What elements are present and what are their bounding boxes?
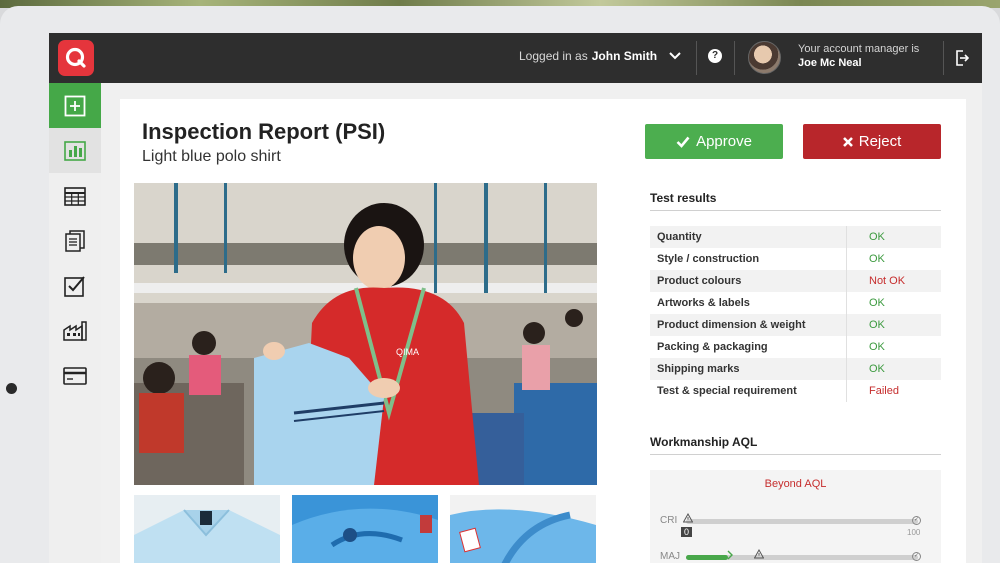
warning-icon xyxy=(683,513,693,523)
sidebar-item-factories[interactable] xyxy=(49,308,101,353)
test-result-value: OK xyxy=(846,358,941,380)
approve-label: Approve xyxy=(696,133,752,150)
divider xyxy=(696,41,697,75)
test-result-label: Artworks & labels xyxy=(657,297,750,309)
sidebar-item-reports[interactable] xyxy=(49,218,101,263)
test-result-row: Style / construction OK xyxy=(650,248,941,270)
test-result-label: Product colours xyxy=(657,275,742,287)
cri-max: 100 xyxy=(907,528,921,537)
maj-label: MAJ xyxy=(660,551,680,562)
page-title: Inspection Report (PSI) xyxy=(142,119,386,144)
user-name: John Smith xyxy=(591,49,658,63)
test-result-row: Product colours Not OK xyxy=(650,270,941,292)
marker-icon xyxy=(727,550,733,560)
aql-status: Beyond AQL xyxy=(764,478,827,490)
test-result-row: Quantity OK xyxy=(650,226,941,248)
account-manager-info: Your account manager is Joe Mc Neal xyxy=(798,42,919,70)
sidebar-item-calendar[interactable] xyxy=(49,173,101,218)
test-result-value: Failed xyxy=(846,380,941,402)
maj-fill xyxy=(686,555,728,560)
plus-square-icon xyxy=(64,95,86,116)
test-result-label: Packing & packaging xyxy=(657,341,768,353)
app-screen: Logged in as John Smith ? Your account m… xyxy=(49,33,982,563)
maj-track xyxy=(686,555,918,560)
test-results-table: Quantity OK Style / construction OK Product … xyxy=(650,226,941,402)
documents-icon xyxy=(65,229,85,252)
test-result-row: Test & special requirement Failed xyxy=(650,380,941,402)
factory-inspection-image: QIMA xyxy=(134,183,597,485)
reject-button[interactable]: Reject xyxy=(803,124,941,159)
account-manager-name: Joe Mc Neal xyxy=(798,57,862,69)
test-result-value: OK xyxy=(846,292,941,314)
divider xyxy=(650,454,941,455)
help-icon[interactable]: ? xyxy=(708,49,722,63)
test-result-label: Test & special requirement xyxy=(657,385,797,397)
user-menu[interactable]: Logged in as John Smith xyxy=(519,49,681,63)
test-result-value: OK xyxy=(846,314,941,336)
test-result-row: Artworks & labels OK xyxy=(650,292,941,314)
reject-label: Reject xyxy=(858,133,902,150)
product-name: Light blue polo shirt xyxy=(142,148,281,165)
cri-count: 0 xyxy=(681,527,693,537)
polo-collar-image xyxy=(134,495,280,563)
test-result-value: Not OK xyxy=(846,270,941,292)
app-logo[interactable] xyxy=(58,40,94,76)
inspection-photo-thumb[interactable] xyxy=(450,495,596,563)
test-result-label: Product dimension & weight xyxy=(657,319,806,331)
checkbox-icon xyxy=(64,275,85,297)
divider xyxy=(650,210,941,211)
inspection-photo-main[interactable]: QIMA xyxy=(134,183,597,485)
test-results-heading: Test results xyxy=(650,191,717,205)
report-card: Inspection Report (PSI) Light blue polo … xyxy=(120,99,966,563)
check-icon xyxy=(676,136,690,148)
warning-icon xyxy=(754,549,764,559)
inspection-photo-thumb[interactable] xyxy=(134,495,280,563)
workmanship-heading: Workmanship AQL xyxy=(650,435,758,449)
approve-button[interactable]: Approve xyxy=(645,124,783,159)
sidebar-item-billing[interactable] xyxy=(49,353,101,398)
top-bar: Logged in as John Smith ? Your account m… xyxy=(49,33,982,83)
workmanship-aql-panel: Beyond AQL CRI ✓ 0 100 MAJ ✓ xyxy=(650,470,941,563)
logo-q-icon xyxy=(65,47,86,68)
calendar-icon xyxy=(64,186,86,206)
chevron-down-icon xyxy=(669,52,681,60)
credit-card-icon xyxy=(63,366,87,385)
camera-dot xyxy=(6,383,17,394)
cri-label: CRI xyxy=(660,515,678,526)
test-result-label: Style / construction xyxy=(657,253,760,265)
test-result-label: Quantity xyxy=(657,231,702,243)
shirt-logo-text: QIMA xyxy=(396,347,419,357)
test-result-value: OK xyxy=(846,226,941,248)
inspection-photo-thumb[interactable] xyxy=(292,495,438,563)
sidebar-item-tasks[interactable] xyxy=(49,263,101,308)
check-circle-icon: ✓ xyxy=(912,552,921,561)
check-circle-icon: ✓ xyxy=(912,516,921,525)
factory-icon xyxy=(63,320,87,341)
account-manager-label: Your account manager is xyxy=(798,43,920,55)
close-icon xyxy=(842,136,853,147)
sidebar-item-new[interactable] xyxy=(49,83,101,128)
sidebar-item-dashboard[interactable] xyxy=(49,128,101,173)
test-result-row: Packing & packaging OK xyxy=(650,336,941,358)
logout-icon[interactable] xyxy=(955,50,969,66)
test-result-value: OK xyxy=(846,248,941,270)
divider xyxy=(943,41,944,75)
cri-track xyxy=(686,519,918,524)
test-result-value: OK xyxy=(846,336,941,358)
divider xyxy=(734,41,735,75)
test-result-row: Shipping marks OK xyxy=(650,358,941,380)
test-result-label: Shipping marks xyxy=(657,363,740,375)
bar-chart-icon xyxy=(64,140,86,161)
sidebar xyxy=(49,83,101,563)
logged-in-label: Logged in as xyxy=(519,49,588,63)
account-manager-avatar xyxy=(748,41,781,74)
polo-label-image xyxy=(450,495,596,563)
test-result-row: Product dimension & weight OK xyxy=(650,314,941,336)
polo-button-image xyxy=(292,495,438,563)
